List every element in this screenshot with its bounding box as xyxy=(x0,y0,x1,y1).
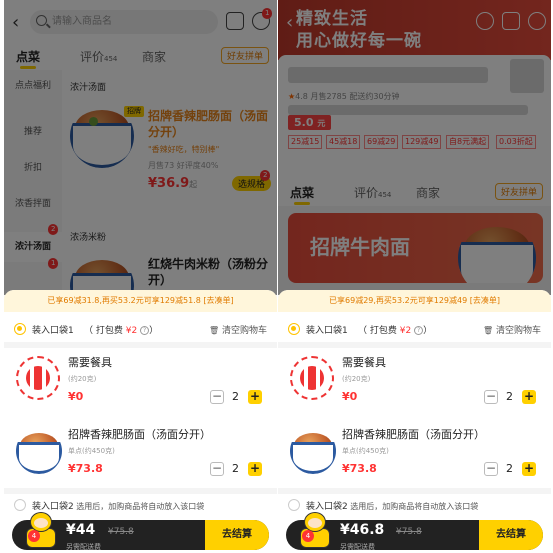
cart-item-weight: 单点(约450克) xyxy=(68,447,115,455)
bag2-label: 装入口袋2 xyxy=(32,502,74,512)
bowl-graphic xyxy=(290,441,336,474)
overlay-mask[interactable] xyxy=(278,0,551,295)
left-screenshot: ‹ 请输入商品名 1 点菜 评价454 商家 好友拼单 点点福利 推荐 折扣 浓… xyxy=(4,0,277,553)
mascot-face xyxy=(308,518,322,528)
packing-fee-value: ¥2 xyxy=(125,326,138,336)
cart-item-weight: (约20克) xyxy=(68,375,97,383)
bag2-radio[interactable] xyxy=(288,499,300,511)
bowl-graphic xyxy=(16,441,62,474)
cart-sheet: 已享69减29,再买53.2元可享129减49 [去凑单] 装入口袋1 （ 打包… xyxy=(278,290,551,553)
bag1-radio[interactable] xyxy=(14,323,26,335)
quantity-value: 2 xyxy=(506,390,513,403)
delivery-fee-note: 另需配送费 xyxy=(66,543,101,550)
trash-icon: 🗑 xyxy=(482,326,494,335)
total-price: ¥46.8 xyxy=(340,522,385,538)
cart-item-weight: (约20克) xyxy=(342,375,371,383)
bag1-label: 装入口袋1 xyxy=(306,326,348,336)
mascot-face xyxy=(34,518,48,528)
clear-cart-label: 清空购物车 xyxy=(495,326,541,336)
packing-fee-label: （ 打包费 xyxy=(84,326,123,336)
packing-fee-label: （ 打包费 xyxy=(358,326,397,336)
cart-item-price: ¥73.8 xyxy=(342,462,377,475)
bag2-row: 装入口袋2 选用后，加购商品将自动放入该口袋 xyxy=(288,497,541,513)
decrease-quantity-button[interactable]: − xyxy=(210,390,224,404)
knife-shape xyxy=(316,364,320,392)
increase-quantity-button[interactable]: + xyxy=(248,462,262,476)
trash-icon: 🗑 xyxy=(208,326,220,335)
divider xyxy=(4,488,277,494)
cart-sheet: 已享69减31.8,再买53.2元可享129减51.8 [去凑单] 装入口袋1 … xyxy=(4,290,277,553)
bag2-row: 装入口袋2 选用后，加购商品将自动放入该口袋 xyxy=(14,497,267,513)
increase-quantity-button[interactable]: + xyxy=(522,462,536,476)
help-icon[interactable]: ? xyxy=(414,326,424,335)
packing-fee: （ 打包费 ¥2 ?） xyxy=(358,323,432,336)
bag2-hint: 选用后，加购商品将自动放入该口袋 xyxy=(76,502,205,511)
overlay-mask[interactable] xyxy=(4,0,277,295)
cutlery-icon xyxy=(16,356,60,400)
discount-notice[interactable]: 已享69减29,再买53.2元可享129减49 [去凑单] xyxy=(278,290,551,312)
bag1-row: 装入口袋1 （ 打包费 ¥2 ?） 🗑 清空购物车 xyxy=(288,320,541,338)
fork-shape xyxy=(30,364,34,392)
quantity-value: 2 xyxy=(232,462,239,475)
bag1-radio[interactable] xyxy=(288,323,300,335)
original-price: ¥75.8 xyxy=(396,527,422,537)
divider xyxy=(278,488,551,494)
cart-item-price: ¥0 xyxy=(342,390,358,403)
bag2-radio[interactable] xyxy=(14,499,26,511)
bag2-hint: 选用后，加购商品将自动放入该口袋 xyxy=(350,502,479,511)
cart-item-image xyxy=(16,428,62,474)
cart-item-name: 招牌香辣肥肠面（汤面分开） xyxy=(342,428,485,441)
divider xyxy=(4,342,277,348)
packing-fee-value: ¥2 xyxy=(399,326,412,336)
cart-item-weight: 单点(约450克) xyxy=(342,447,389,455)
decrease-quantity-button[interactable]: − xyxy=(484,462,498,476)
divider xyxy=(278,342,551,348)
cart-mascot-icon[interactable] xyxy=(298,512,332,548)
bag2-text: 装入口袋2 选用后，加购商品将自动放入该口袋 xyxy=(32,499,204,512)
packing-fee: （ 打包费 ¥2 ?） xyxy=(84,323,158,336)
cart-count-badge: 4 xyxy=(302,530,314,542)
delivery-fee-note: 另需配送费 xyxy=(340,543,375,550)
clear-cart-button[interactable]: 🗑 清空购物车 xyxy=(209,323,267,336)
total-price: ¥44 xyxy=(66,522,96,538)
decrease-quantity-button[interactable]: − xyxy=(210,462,224,476)
decrease-quantity-button[interactable]: − xyxy=(484,390,498,404)
knife-shape xyxy=(42,364,46,392)
bag2-label: 装入口袋2 xyxy=(306,502,348,512)
clear-cart-button[interactable]: 🗑 清空购物车 xyxy=(483,323,541,336)
packing-fee-end: ） xyxy=(423,326,433,336)
discount-notice[interactable]: 已享69减31.8,再买53.2元可享129减51.8 [去凑单] xyxy=(4,290,277,312)
bag2-text: 装入口袋2 选用后，加购商品将自动放入该口袋 xyxy=(306,499,478,512)
cart-item-image xyxy=(290,428,336,474)
increase-quantity-button[interactable]: + xyxy=(248,390,262,404)
checkout-button[interactable]: 去结算 xyxy=(479,520,543,550)
original-price: ¥75.8 xyxy=(108,527,134,537)
help-icon[interactable]: ? xyxy=(140,326,150,335)
checkout-button[interactable]: 去结算 xyxy=(205,520,269,550)
store-menu-background: ‹ 请输入商品名 1 点菜 评价454 商家 好友拼单 点点福利 推荐 折扣 浓… xyxy=(4,0,277,295)
quantity-value: 2 xyxy=(506,462,513,475)
clear-cart-label: 清空购物车 xyxy=(221,326,267,336)
bag1-label: 装入口袋1 xyxy=(32,326,74,336)
cart-item-price: ¥73.8 xyxy=(68,462,103,475)
cart-item-name: 需要餐具 xyxy=(342,356,386,369)
cutlery-icon xyxy=(290,356,334,400)
cart-item-name: 招牌香辣肥肠面（汤面分开） xyxy=(68,428,211,441)
fork-shape xyxy=(304,364,308,392)
packing-fee-end: ） xyxy=(149,326,159,336)
cart-mascot-icon[interactable] xyxy=(24,512,58,548)
increase-quantity-button[interactable]: + xyxy=(522,390,536,404)
quantity-value: 2 xyxy=(232,390,239,403)
bag1-row: 装入口袋1 （ 打包费 ¥2 ?） 🗑 清空购物车 xyxy=(14,320,267,338)
cart-item-price: ¥0 xyxy=(68,390,84,403)
right-screenshot: ‹ 精致生活 用心做好每一碗 ★4.8 月售2785 配送约30分钟 5.0 元… xyxy=(278,0,551,553)
store-home-background: ‹ 精致生活 用心做好每一碗 ★4.8 月售2785 配送约30分钟 5.0 元… xyxy=(278,0,551,295)
cart-item-name: 需要餐具 xyxy=(68,356,112,369)
cart-count-badge: 4 xyxy=(28,530,40,542)
